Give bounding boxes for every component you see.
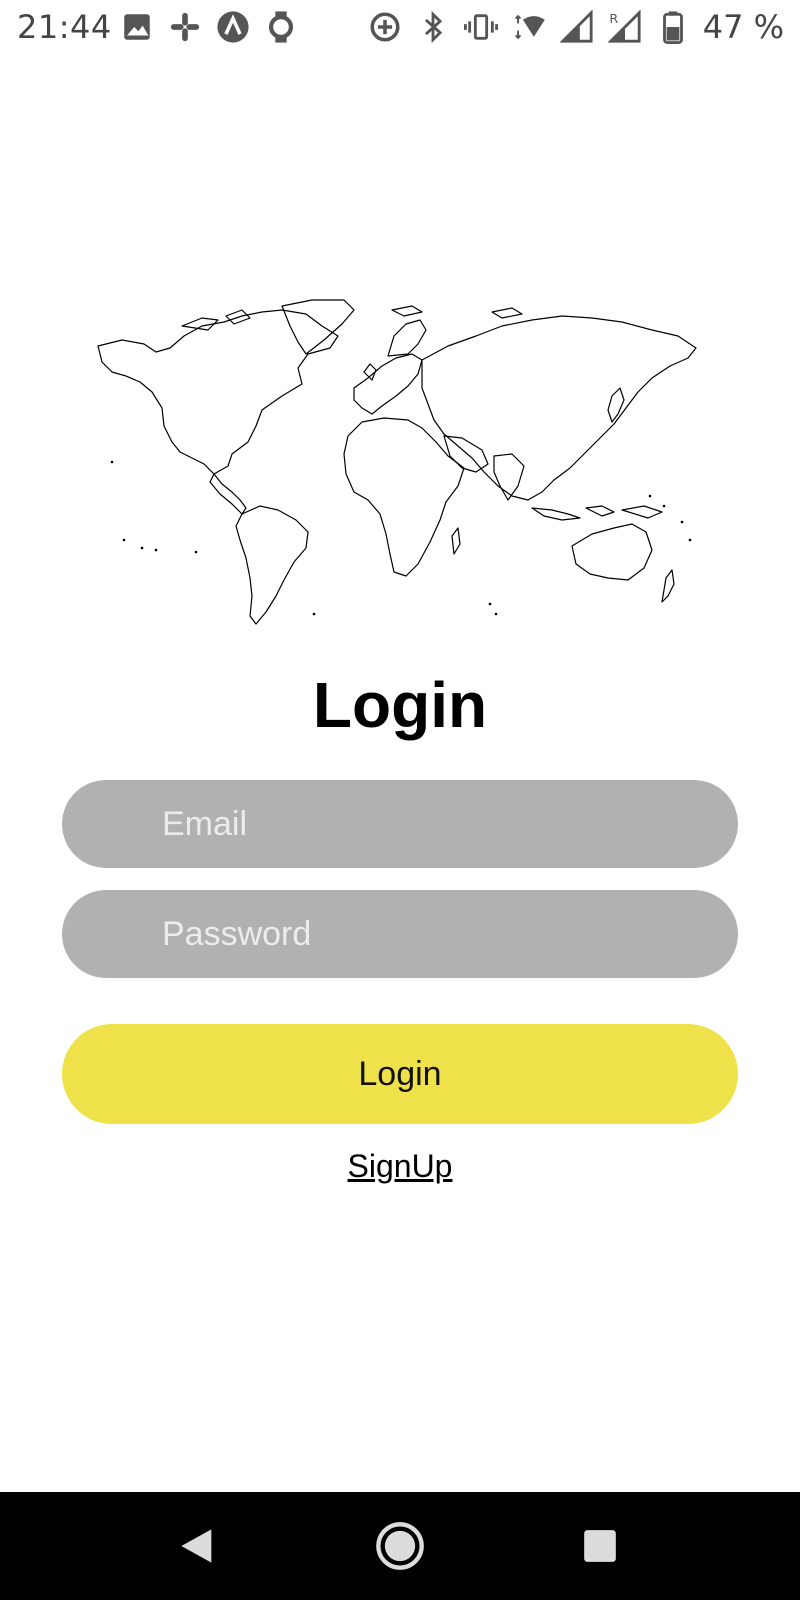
world-map-illustration <box>92 296 712 636</box>
email-field[interactable] <box>62 780 738 868</box>
signal-roaming-icon: R <box>608 10 641 43</box>
home-button[interactable] <box>368 1514 432 1578</box>
world-map-icon <box>97 299 697 625</box>
navigation-bar <box>0 1492 800 1600</box>
status-bar: 21:44 R 47 % <box>0 0 800 56</box>
vibrate-icon <box>464 14 498 40</box>
wifi-icon <box>514 14 545 40</box>
back-button[interactable] <box>166 1514 230 1578</box>
battery-percentage: 47 % <box>702 8 784 46</box>
data-saver-icon <box>370 12 400 42</box>
password-field[interactable] <box>62 890 738 978</box>
login-button[interactable]: Login <box>62 1024 738 1124</box>
home-icon <box>376 1522 424 1570</box>
back-icon <box>181 1529 212 1563</box>
login-screen: 21:44 R 47 % Login Email Login SignUp <box>0 0 800 1600</box>
svg-text:R: R <box>609 12 618 27</box>
signup-link[interactable]: SignUp <box>0 1148 800 1185</box>
slack-icon <box>170 12 200 42</box>
battery-icon <box>663 11 683 44</box>
signal-icon <box>560 10 593 43</box>
bluetooth-icon <box>424 10 443 44</box>
system-icons: R <box>368 10 690 44</box>
watch-icon <box>268 11 294 43</box>
status-time: 21:44 <box>17 8 112 46</box>
image-icon <box>124 14 150 40</box>
recents-button[interactable] <box>568 1514 632 1578</box>
notification-icons <box>120 10 298 44</box>
arc-icon <box>217 11 249 43</box>
page-title: Login <box>312 669 488 741</box>
recents-icon <box>584 1530 616 1562</box>
